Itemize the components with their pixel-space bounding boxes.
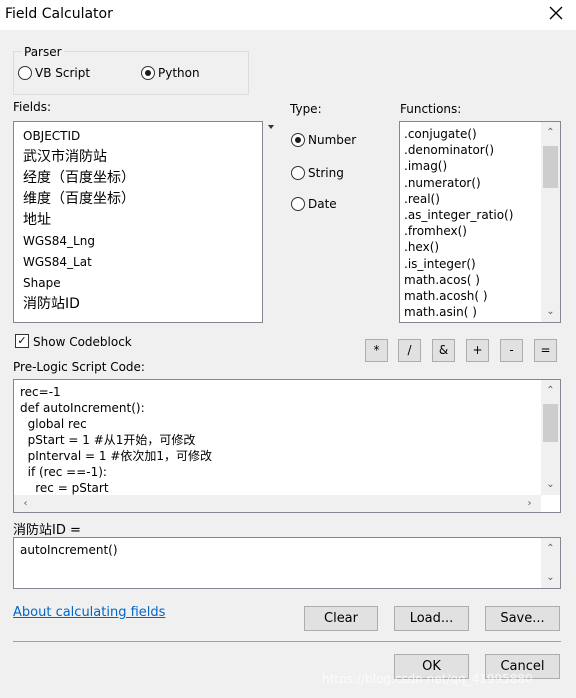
load-button[interactable]: Load... <box>394 606 469 631</box>
show-codeblock-label: Show Codeblock <box>33 335 132 349</box>
about-calculating-link[interactable]: About calculating fields <box>13 605 165 620</box>
code-line: pStart = 1 #从1开始，可修改 <box>20 433 196 447</box>
scroll-down-icon[interactable]: ⌄ <box>541 476 560 493</box>
code-line: global rec <box>20 417 87 431</box>
field-item[interactable]: WGS84_Lat <box>23 252 262 273</box>
type-string-radio[interactable]: String <box>291 166 344 180</box>
function-item[interactable]: .imag() <box>404 158 560 174</box>
field-item[interactable]: OBJECTID <box>23 126 262 147</box>
scroll-thumb[interactable] <box>543 146 558 188</box>
field-item[interactable]: Shape <box>23 273 262 294</box>
type-label: Type: <box>290 102 322 116</box>
function-item[interactable]: .denominator() <box>404 142 560 158</box>
scroll-up-icon[interactable]: ⌃ <box>541 382 560 399</box>
function-item[interactable]: .is_integer() <box>404 256 560 272</box>
multiply-button[interactable]: * <box>365 339 388 362</box>
parser-python-radio[interactable]: Python <box>141 66 200 80</box>
expression-value: autoIncrement() <box>20 543 118 557</box>
function-item[interactable]: math.asin( ) <box>404 304 560 320</box>
prelogic-hscrollbar[interactable]: ‹ › <box>14 495 541 512</box>
clear-button[interactable]: Clear <box>304 606 378 631</box>
field-item[interactable]: 经度（百度坐标） <box>23 168 262 189</box>
show-codeblock-checkbox[interactable]: ✓ <box>15 334 29 348</box>
function-item[interactable]: math.acos( ) <box>404 272 560 288</box>
fields-dropdown-icon[interactable] <box>267 124 275 130</box>
add-button[interactable]: + <box>466 339 489 362</box>
field-item[interactable]: 武汉市消防站 <box>23 147 262 168</box>
save-button[interactable]: Save... <box>485 606 560 631</box>
code-area: rec=-1 def autoIncrement(): global rec p… <box>14 380 560 496</box>
function-item[interactable]: .fromhex() <box>404 223 560 239</box>
fields-label: Fields: <box>13 100 51 114</box>
scroll-down-icon[interactable]: ⌄ <box>541 569 560 586</box>
field-item[interactable]: 地址 <box>23 210 262 231</box>
function-item[interactable]: .hex() <box>404 239 560 255</box>
code-line: def autoIncrement(): <box>20 401 145 415</box>
field-item[interactable]: 消防站ID <box>23 294 262 315</box>
close-icon[interactable] <box>547 4 565 22</box>
radio-label: Number <box>308 133 357 147</box>
equals-button[interactable]: = <box>534 339 557 362</box>
code-line: if (rec ==-1): <box>20 465 107 479</box>
function-item[interactable]: .conjugate() <box>404 126 560 142</box>
expression-label: 消防站ID = <box>13 523 81 538</box>
expression-scrollbar[interactable]: ⌃ ⌄ <box>541 538 560 588</box>
radio-circle <box>291 166 305 180</box>
divide-button[interactable]: / <box>398 339 421 362</box>
radio-circle <box>18 66 32 80</box>
prelogic-script-editor[interactable]: rec=-1 def autoIncrement(): global rec p… <box>13 379 561 513</box>
function-item[interactable]: .numerator() <box>404 175 560 191</box>
expression-input[interactable]: autoIncrement() ⌃ ⌄ <box>13 537 561 589</box>
scroll-down-icon[interactable]: ⌄ <box>541 303 560 320</box>
radio-label: Date <box>308 197 337 211</box>
field-item[interactable]: 维度（百度坐标） <box>23 189 262 210</box>
radio-label: VB Script <box>35 66 91 80</box>
function-item[interactable]: .real() <box>404 191 560 207</box>
function-item[interactable]: .as_integer_ratio() <box>404 207 560 223</box>
scroll-left-icon[interactable]: ‹ <box>16 495 35 512</box>
subtract-button[interactable]: - <box>500 339 523 362</box>
functions-label: Functions: <box>400 102 462 116</box>
parser-vbscript-radio[interactable]: VB Script <box>18 66 90 80</box>
window-title: Field Calculator <box>5 6 113 22</box>
code-line: rec=-1 <box>20 385 61 399</box>
radio-label: String <box>308 166 344 180</box>
radio-label: Python <box>158 66 200 80</box>
radio-circle-selected <box>291 133 305 147</box>
type-date-radio[interactable]: Date <box>291 197 337 211</box>
prelogic-label: Pre-Logic Script Code: <box>13 360 145 374</box>
scroll-right-icon[interactable]: › <box>520 495 539 512</box>
scroll-thumb[interactable] <box>543 404 558 442</box>
fields-list[interactable]: OBJECTID 武汉市消防站 经度（百度坐标） 维度（百度坐标） 地址 WGS… <box>13 121 263 323</box>
prelogic-vscrollbar[interactable]: ⌃ ⌄ <box>541 380 560 495</box>
scroll-up-icon[interactable]: ⌃ <box>541 540 560 557</box>
scroll-up-icon[interactable]: ⌃ <box>541 124 560 141</box>
field-item[interactable]: WGS84_Lng <box>23 231 262 252</box>
radio-circle <box>291 197 305 211</box>
functions-scrollbar[interactable]: ⌃ ⌄ <box>541 122 560 322</box>
code-line: rec = pStart <box>20 481 109 495</box>
watermark: https://blog.csdn.net/qq_41995880 <box>322 672 533 686</box>
code-line: pInterval = 1 #依次加1，可修改 <box>20 449 213 463</box>
separator <box>13 641 561 642</box>
parser-legend: Parser <box>22 45 64 59</box>
function-item[interactable]: math.acosh( ) <box>404 288 560 304</box>
functions-list[interactable]: .conjugate() .denominator() .imag() .num… <box>399 121 561 323</box>
concat-button[interactable]: & <box>432 339 455 362</box>
type-number-radio[interactable]: Number <box>291 133 356 147</box>
radio-circle-selected <box>141 66 155 80</box>
